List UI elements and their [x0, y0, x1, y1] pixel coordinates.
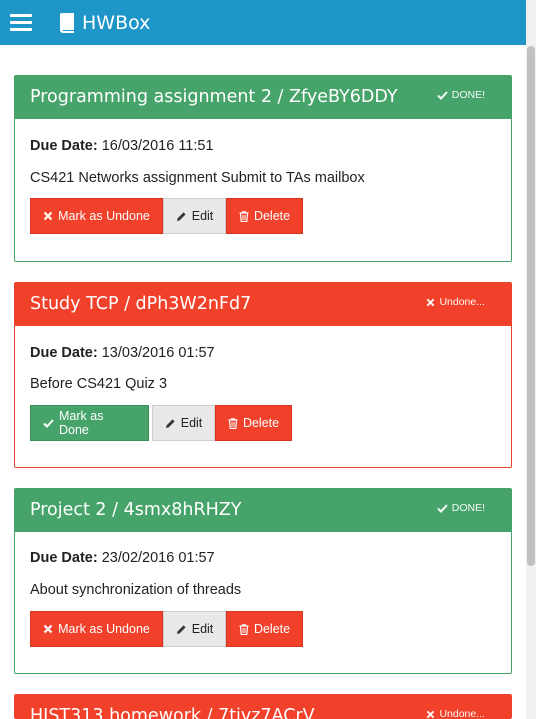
button-label: Edit: [191, 622, 214, 636]
brand-link[interactable]: HWBox: [59, 11, 150, 35]
due-value: 23/02/2016 01:57: [101, 550, 215, 566]
assignment-card: HIST313 homework / 7tivz7ACrV Undone...: [14, 694, 512, 719]
scrollbar[interactable]: [526, 0, 536, 719]
status-text: Undone...: [439, 708, 485, 719]
action-buttons: Mark as Undone Edit Delete: [30, 198, 303, 234]
pencil-icon: [176, 211, 187, 222]
times-icon: [426, 710, 435, 719]
brand-name: HWBox: [82, 12, 151, 34]
pencil-icon: [176, 624, 187, 635]
delete-button[interactable]: Delete: [226, 198, 303, 234]
due-value: 16/03/2016 11:51: [101, 138, 214, 154]
action-buttons: Mark as Undone Edit Delete: [30, 611, 303, 647]
button-label: Delete: [253, 622, 291, 636]
edit-button[interactable]: Edit: [152, 405, 215, 441]
assignment-description: About synchronization of threads: [30, 582, 242, 598]
times-icon: [43, 211, 53, 221]
card-title: Study TCP / dPh3W2nFd7: [30, 294, 252, 314]
button-label: Delete: [253, 209, 291, 223]
assignment-card: Study TCP / dPh3W2nFd7 Undone... Due Dat…: [14, 282, 512, 468]
book-icon: [59, 13, 76, 33]
assignment-card: Project 2 / 4smx8hRHZY DONE! Due Date: 2…: [14, 488, 512, 674]
status-badge: DONE!: [437, 89, 485, 101]
due-date: Due Date: 16/03/2016 11:51: [30, 138, 214, 154]
button-label: Edit: [191, 209, 214, 223]
status-text: Undone...: [439, 296, 485, 308]
due-date: Due Date: 23/02/2016 01:57: [30, 550, 215, 566]
button-label: Delete: [242, 416, 280, 430]
assignment-description: Before CS421 Quiz 3: [30, 376, 168, 392]
delete-button[interactable]: Delete: [226, 611, 303, 647]
action-buttons: Mark as Done Edit Delete: [30, 405, 292, 441]
mark-undone-button[interactable]: Mark as Undone: [30, 611, 163, 647]
button-label: Mark as Done: [59, 409, 104, 437]
times-icon: [426, 298, 435, 307]
due-label: Due Date:: [30, 345, 98, 361]
card-title: HIST313 homework / 7tivz7ACrV: [30, 706, 315, 719]
card-title: Project 2 / 4smx8hRHZY: [30, 500, 242, 520]
due-label: Due Date:: [30, 138, 98, 154]
edit-button[interactable]: Edit: [163, 198, 226, 234]
card-header: Programming assignment 2 / ZfyeBY6DDY DO…: [15, 76, 511, 119]
edit-button[interactable]: Edit: [163, 611, 226, 647]
due-value: 13/03/2016 01:57: [101, 345, 215, 361]
mark-done-button[interactable]: Mark as Done: [30, 405, 149, 441]
times-icon: [43, 624, 53, 634]
check-icon: [437, 90, 448, 100]
hamburger-icon[interactable]: [10, 13, 32, 31]
button-label: Mark as Undone: [58, 209, 150, 223]
button-label: Mark as Undone: [58, 622, 150, 636]
status-text: DONE!: [451, 502, 485, 514]
due-date: Due Date: 13/03/2016 01:57: [30, 345, 215, 361]
navbar: HWBox: [0, 0, 526, 45]
scrollbar-thumb[interactable]: [527, 46, 535, 566]
delete-button[interactable]: Delete: [215, 405, 292, 441]
card-header: Project 2 / 4smx8hRHZY DONE!: [15, 489, 511, 532]
button-label: Edit: [180, 416, 203, 430]
card-header: Study TCP / dPh3W2nFd7 Undone...: [15, 283, 511, 326]
card-title: Programming assignment 2 / ZfyeBY6DDY: [30, 87, 398, 107]
trash-icon: [239, 623, 249, 635]
assignment-description: CS421 Networks assignment Submit to TAs …: [30, 170, 365, 186]
status-badge: Undone...: [426, 296, 485, 308]
check-icon: [437, 503, 448, 513]
assignment-card: Programming assignment 2 / ZfyeBY6DDY DO…: [14, 75, 512, 262]
trash-icon: [239, 210, 249, 222]
due-label: Due Date:: [30, 550, 98, 566]
status-badge: DONE!: [437, 502, 485, 514]
check-icon: [43, 418, 54, 428]
pencil-icon: [165, 418, 176, 429]
status-text: DONE!: [451, 89, 485, 101]
mark-undone-button[interactable]: Mark as Undone: [30, 198, 163, 234]
card-header: HIST313 homework / 7tivz7ACrV Undone...: [15, 695, 511, 719]
trash-icon: [228, 417, 238, 429]
status-badge: Undone...: [426, 708, 485, 719]
